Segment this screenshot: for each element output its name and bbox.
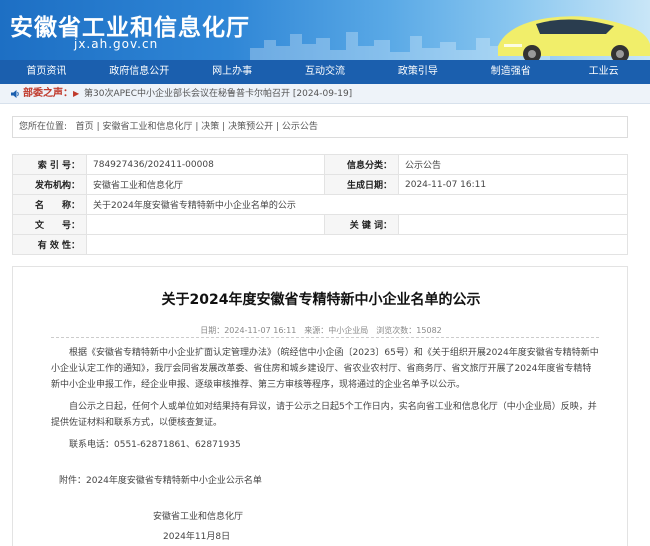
index-label: 索 引 号：: [12, 154, 87, 175]
breadcrumb-item-decision[interactable]: 决策: [201, 122, 219, 132]
breadcrumb-item-pre-disclosure[interactable]: 决策预公开: [228, 122, 273, 132]
index-value: 784927436/202411-00008: [86, 154, 325, 175]
table-row: 文 号： 关 键 词：: [12, 214, 628, 235]
nav-item-policy[interactable]: 政策引导: [371, 60, 464, 84]
article-paragraph-2: 自公示之日起，任何个人或单位如对结果持有异议，请于公示之日起5个工作日内，实名向…: [51, 402, 597, 428]
nav-item-manufacturing[interactable]: 制造强省: [464, 60, 557, 84]
nav-item-interaction[interactable]: 互动交流: [279, 60, 372, 84]
car-image: [498, 16, 650, 60]
validity-value: [86, 234, 628, 255]
document-info-table: 索 引 号： 784927436/202411-00008 信息分类： 公示公告…: [12, 154, 628, 255]
table-row: 有 效 性：: [12, 234, 628, 255]
notice-bar: 部委之声： ▶ 第30次APEC中小企业部长会议在秘鲁普卡尔帕召开 [2024-…: [0, 84, 650, 104]
signature: 安徽省工业和信息化厅: [153, 512, 244, 522]
article-panel: 关于2024年度安徽省专精特新中小企业名单的公示 日期：2024-11-07 1…: [12, 266, 628, 546]
article-title: 关于2024年度安徽省专精特新中小企业名单的公示: [161, 292, 481, 308]
nav-item-industry-cloud[interactable]: 工业云: [557, 60, 650, 84]
attachment-link[interactable]: 附件：2024年度安徽省专精特新中小企业公示名单: [59, 473, 262, 486]
breadcrumb-item-announcement[interactable]: 公示公告: [282, 122, 318, 132]
nav-item-gov-info[interactable]: 政府信息公开: [93, 60, 186, 84]
article-meta: 日期：2024-11-07 16:11 来源：中小企业局 浏览次数：15082: [200, 326, 442, 335]
validity-label: 有 效 性：: [12, 234, 87, 255]
publisher-value: 安徽省工业和信息化厅: [86, 174, 325, 195]
breadcrumb: 您所在位置: 首页 | 安徽省工业和信息化厅 | 决策 | 决策预公开 | 公示…: [12, 116, 628, 138]
contact-phone: 联系电话：0551-62871861、62871935: [69, 440, 241, 450]
breadcrumb-item-home[interactable]: 首页: [76, 122, 94, 132]
keyword-value: [398, 214, 628, 235]
doc-number-label: 文 号：: [12, 214, 87, 235]
article-divider: [51, 337, 599, 338]
date-value: 2024-11-07 16:11: [398, 174, 628, 195]
category-value: 公示公告: [398, 154, 628, 175]
table-row: 名 称： 关于2024年度安徽省专精特新中小企业名单的公示: [12, 194, 628, 215]
speaker-icon: [11, 90, 19, 98]
main-nav: 首页资讯 政府信息公开 网上办事 互动交流 政策引导 制造强省 工业云: [0, 60, 650, 84]
date-label: 生成日期：: [324, 174, 399, 195]
keyword-label: 关 键 词：: [324, 214, 399, 235]
nav-item-online-service[interactable]: 网上办事: [186, 60, 279, 84]
name-value: 关于2024年度安徽省专精特新中小企业名单的公示: [86, 194, 628, 215]
publisher-label: 发布机构：: [12, 174, 87, 195]
nav-item-home-news[interactable]: 首页资讯: [0, 60, 93, 84]
breadcrumb-prefix: 您所在位置:: [19, 122, 68, 132]
name-label: 名 称：: [12, 194, 87, 215]
table-row: 发布机构： 安徽省工业和信息化厅 生成日期： 2024-11-07 16:11: [12, 174, 628, 195]
notice-arrow-icon: ▶: [73, 89, 80, 98]
table-row: 索 引 号： 784927436/202411-00008 信息分类： 公示公告: [12, 154, 628, 175]
notice-link[interactable]: 第30次APEC中小企业部长会议在秘鲁普卡尔帕召开 [2024-09-19]: [84, 84, 352, 104]
doc-number-value: [86, 214, 325, 235]
site-header-banner: 安徽省工业和信息化厅 jx.ah.gov.cn: [0, 0, 650, 60]
signature-date: 2024年11月8日: [163, 532, 231, 542]
site-url: jx.ah.gov.cn: [74, 37, 159, 51]
category-label: 信息分类：: [324, 154, 399, 175]
article-paragraph-1: 根据《安徽省专精特新中小企业扩面认定管理办法》（皖经信中小企函〔2023〕65号…: [51, 348, 599, 390]
breadcrumb-item-department[interactable]: 安徽省工业和信息化厅: [102, 122, 192, 132]
notice-label: 部委之声：: [23, 88, 73, 99]
